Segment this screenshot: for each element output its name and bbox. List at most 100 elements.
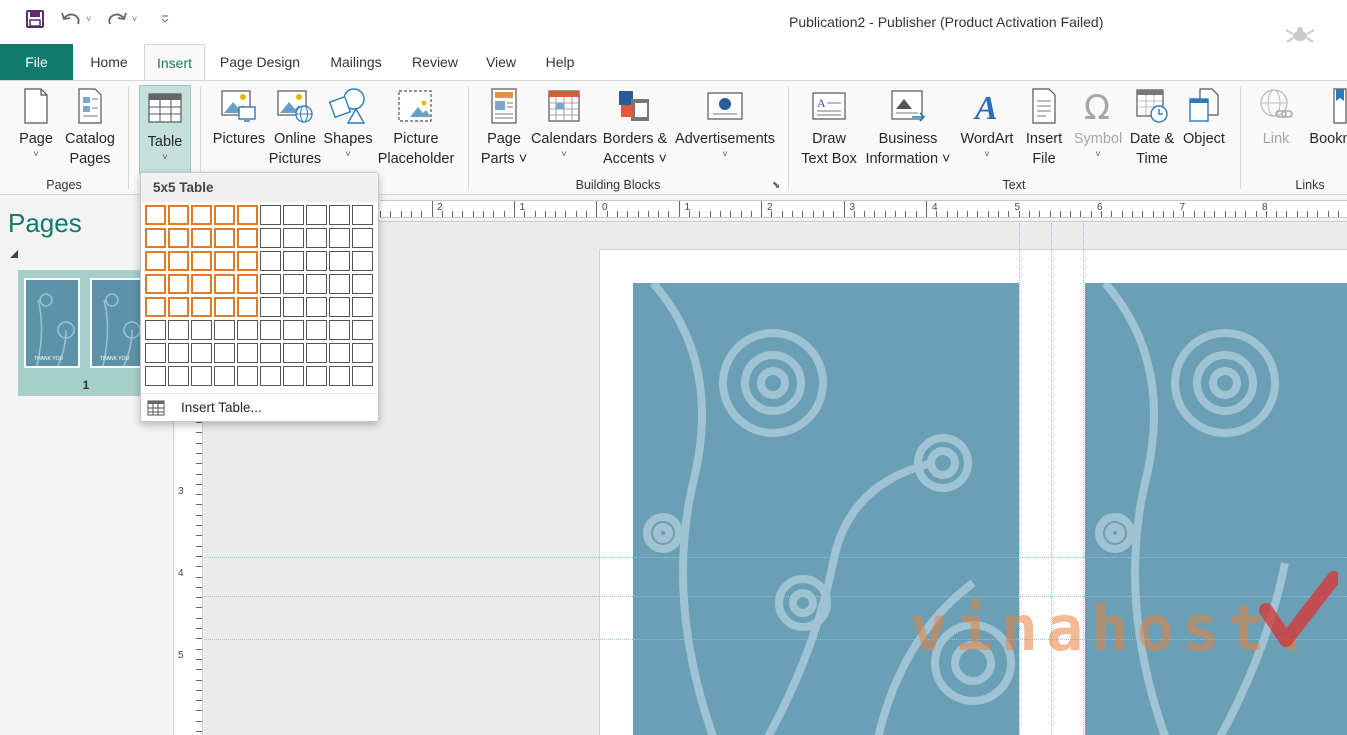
table-grid-cell[interactable] (214, 251, 235, 271)
table-grid-cell[interactable] (283, 251, 304, 271)
undo-button[interactable]: ˅ (60, 10, 91, 28)
table-grid-cell[interactable] (283, 205, 304, 225)
page-button[interactable]: Page ˅ (14, 87, 58, 159)
left-card-panel[interactable] (633, 283, 1019, 735)
table-grid-cell[interactable] (352, 251, 373, 271)
draw-text-box-button[interactable]: A Draw Text Box (798, 87, 860, 169)
table-grid-cell[interactable] (260, 205, 281, 225)
table-grid-cell[interactable] (283, 366, 304, 386)
table-grid-cell[interactable] (191, 343, 212, 363)
tab-home[interactable]: Home (80, 44, 138, 80)
right-card-panel[interactable] (1085, 283, 1347, 735)
table-grid-cell[interactable] (168, 205, 189, 225)
tab-view[interactable]: View (478, 44, 524, 80)
collapse-triangle-icon[interactable] (10, 250, 18, 258)
table-grid-cell[interactable] (145, 320, 166, 340)
table-grid-cell[interactable] (260, 251, 281, 271)
table-grid-cell[interactable] (191, 320, 212, 340)
table-grid-cell[interactable] (168, 366, 189, 386)
table-grid-cell[interactable] (306, 320, 327, 340)
table-grid-cell[interactable] (145, 343, 166, 363)
table-grid-cell[interactable] (329, 366, 350, 386)
calendars-button[interactable]: Calendars ˅ (530, 87, 598, 159)
wordart-button[interactable]: A WordArt ˅ (956, 87, 1018, 159)
table-grid-cell[interactable] (168, 274, 189, 294)
table-grid-cell[interactable] (306, 251, 327, 271)
symbol-button[interactable]: Ω Symbol ˅ (1070, 87, 1126, 159)
table-grid-cell[interactable] (260, 366, 281, 386)
save-button[interactable] (26, 10, 44, 28)
picture-placeholder-button[interactable]: Picture Placeholder (376, 87, 456, 169)
table-grid-cell[interactable] (214, 274, 235, 294)
table-grid-cell[interactable] (214, 205, 235, 225)
table-grid-cell[interactable] (168, 297, 189, 317)
table-grid-cell[interactable] (329, 343, 350, 363)
table-grid-cell[interactable] (214, 366, 235, 386)
table-grid-cell[interactable] (260, 320, 281, 340)
table-grid-cell[interactable] (352, 297, 373, 317)
table-grid-cell[interactable] (352, 320, 373, 340)
table-button[interactable]: Table ˅ (139, 85, 191, 175)
table-grid-cell[interactable] (237, 251, 258, 271)
table-grid-cell[interactable] (329, 274, 350, 294)
table-grid-cell[interactable] (283, 228, 304, 248)
table-grid-cell[interactable] (283, 274, 304, 294)
table-grid-cell[interactable] (237, 343, 258, 363)
tab-insert[interactable]: Insert (144, 44, 205, 81)
table-grid-cell[interactable] (214, 320, 235, 340)
table-grid-cell[interactable] (145, 297, 166, 317)
table-grid-cell[interactable] (191, 366, 212, 386)
catalog-pages-button[interactable]: Catalog Pages (62, 87, 118, 169)
customize-qat-button[interactable] (160, 14, 170, 24)
table-grid-cell[interactable] (352, 228, 373, 248)
online-pictures-button[interactable]: Online Pictures (268, 87, 322, 169)
table-grid-cell[interactable] (168, 320, 189, 340)
table-grid-cell[interactable] (329, 320, 350, 340)
table-grid-cell[interactable] (260, 297, 281, 317)
table-grid-cell[interactable] (145, 274, 166, 294)
table-grid-cell[interactable] (214, 297, 235, 317)
tab-review[interactable]: Review (404, 44, 466, 80)
table-grid-cell[interactable] (283, 297, 304, 317)
table-grid-cell[interactable] (260, 343, 281, 363)
table-grid-cell[interactable] (329, 228, 350, 248)
insert-table-menu-item[interactable]: Insert Table... (141, 393, 378, 421)
page-parts-button[interactable]: Page Parts ˅ (478, 87, 530, 169)
table-grid-cell[interactable] (237, 297, 258, 317)
bookmark-button[interactable]: Bookm (1304, 87, 1347, 149)
table-grid-cell[interactable] (352, 366, 373, 386)
table-grid-cell[interactable] (306, 228, 327, 248)
table-grid-cell[interactable] (283, 320, 304, 340)
table-grid-cell[interactable] (237, 274, 258, 294)
business-information-button[interactable]: Business Information ˅ (860, 87, 956, 169)
table-grid-cell[interactable] (168, 343, 189, 363)
tab-file[interactable]: File (0, 44, 73, 80)
table-grid-cell[interactable] (329, 205, 350, 225)
redo-button[interactable]: ˅ (106, 10, 137, 28)
table-grid-cell[interactable] (260, 274, 281, 294)
shapes-button[interactable]: Shapes ˅ (322, 87, 374, 159)
pictures-button[interactable]: Pictures (210, 87, 268, 149)
borders-accents-button[interactable]: Borders & Accents ˅ (600, 87, 670, 169)
table-grid-cell[interactable] (168, 251, 189, 271)
link-button[interactable]: Link (1250, 87, 1302, 149)
table-grid-cell[interactable] (352, 205, 373, 225)
table-grid-cell[interactable] (145, 366, 166, 386)
table-grid-cell[interactable] (214, 228, 235, 248)
table-grid-cell[interactable] (145, 228, 166, 248)
table-grid-cell[interactable] (352, 274, 373, 294)
building-blocks-launcher[interactable]: ⬊ (772, 180, 780, 191)
table-grid-cell[interactable] (306, 366, 327, 386)
table-grid-cell[interactable] (306, 343, 327, 363)
table-grid-cell[interactable] (237, 205, 258, 225)
table-grid-cell[interactable] (145, 205, 166, 225)
table-grid-cell[interactable] (260, 228, 281, 248)
table-grid-cell[interactable] (191, 205, 212, 225)
table-grid-cell[interactable] (237, 228, 258, 248)
table-grid-cell[interactable] (214, 343, 235, 363)
table-grid-cell[interactable] (191, 274, 212, 294)
date-time-button[interactable]: Date & Time (1126, 87, 1178, 169)
table-grid-cell[interactable] (237, 320, 258, 340)
table-grid-cell[interactable] (145, 251, 166, 271)
table-grid-cell[interactable] (329, 251, 350, 271)
